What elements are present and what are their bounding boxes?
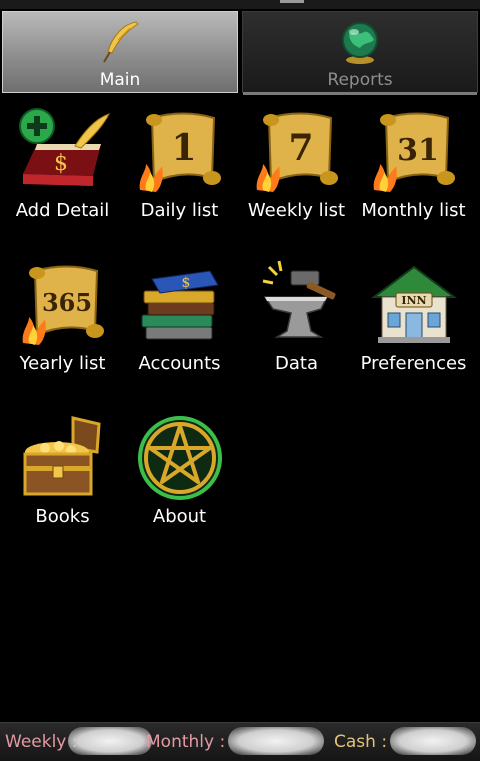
- quill-icon: [103, 21, 139, 63]
- monthly-total-value-redacted: [228, 727, 324, 755]
- scroll-31-icon: 31: [373, 112, 455, 192]
- summary-status-bar: Weekly : Monthly : Cash :: [0, 722, 480, 761]
- svg-text:365: 365: [41, 288, 91, 317]
- svg-text:$: $: [54, 151, 68, 176]
- treasure-chest-icon: [23, 416, 101, 496]
- svg-text:INN: INN: [401, 294, 426, 307]
- monthly-total-label: Monthly :: [146, 732, 226, 752]
- scroll-365-icon: 365: [22, 265, 104, 345]
- tab-reports-label: Reports: [327, 70, 393, 90]
- pentagram-icon: [137, 416, 222, 500]
- ledger-add-icon: $: [18, 108, 110, 186]
- tab-main[interactable]: Main: [2, 11, 238, 93]
- tile-data-label: Data: [275, 353, 318, 374]
- tile-books[interactable]: Books: [4, 406, 121, 546]
- inn-icon: INN: [370, 265, 457, 343]
- tab-reports[interactable]: Reports: [242, 11, 478, 95]
- tab-bar: Main Reports: [0, 9, 480, 95]
- svg-text:$: $: [181, 275, 190, 291]
- tile-weekly-list[interactable]: 7 Weekly list: [238, 100, 355, 240]
- top-indicator: [280, 0, 304, 3]
- weekly-total-label: Weekly :: [5, 732, 78, 752]
- svg-text:7: 7: [288, 127, 313, 169]
- tile-add-detail[interactable]: $ Add Detail: [4, 100, 121, 240]
- tile-preferences-label: Preferences: [360, 353, 467, 374]
- tile-monthly-list-label: Monthly list: [361, 200, 466, 221]
- tile-preferences[interactable]: INN Preferences: [355, 253, 472, 393]
- status-top-bar: [0, 0, 480, 9]
- tile-daily-list-label: Daily list: [140, 200, 219, 221]
- tile-about-label: About: [152, 506, 207, 527]
- tile-about[interactable]: About: [121, 406, 238, 546]
- tile-accounts-label: Accounts: [138, 353, 221, 374]
- cash-total-label: Cash :: [334, 732, 388, 752]
- svg-text:31: 31: [397, 133, 439, 168]
- scroll-1-icon: 1: [139, 112, 221, 192]
- tile-accounts[interactable]: $ Accounts: [121, 253, 238, 393]
- tile-yearly-list[interactable]: 365 Yearly list: [4, 253, 121, 393]
- tile-yearly-list-label: Yearly list: [19, 353, 106, 374]
- weekly-total-value-redacted: [68, 727, 152, 755]
- tab-main-label: Main: [99, 70, 141, 90]
- books-stack-icon: $: [141, 270, 219, 340]
- globe-icon: [342, 22, 378, 64]
- tile-books-label: Books: [35, 506, 90, 527]
- tile-weekly-list-label: Weekly list: [247, 200, 346, 221]
- tile-monthly-list[interactable]: 31 Monthly list: [355, 100, 472, 240]
- cash-total-value-redacted: [390, 727, 476, 755]
- svg-text:1: 1: [171, 127, 196, 169]
- tile-daily-list[interactable]: 1 Daily list: [121, 100, 238, 240]
- tile-data[interactable]: Data: [238, 253, 355, 393]
- anvil-hammer-icon: [262, 260, 336, 338]
- scroll-7-icon: 7: [256, 112, 338, 192]
- tile-add-detail-label: Add Detail: [15, 200, 110, 221]
